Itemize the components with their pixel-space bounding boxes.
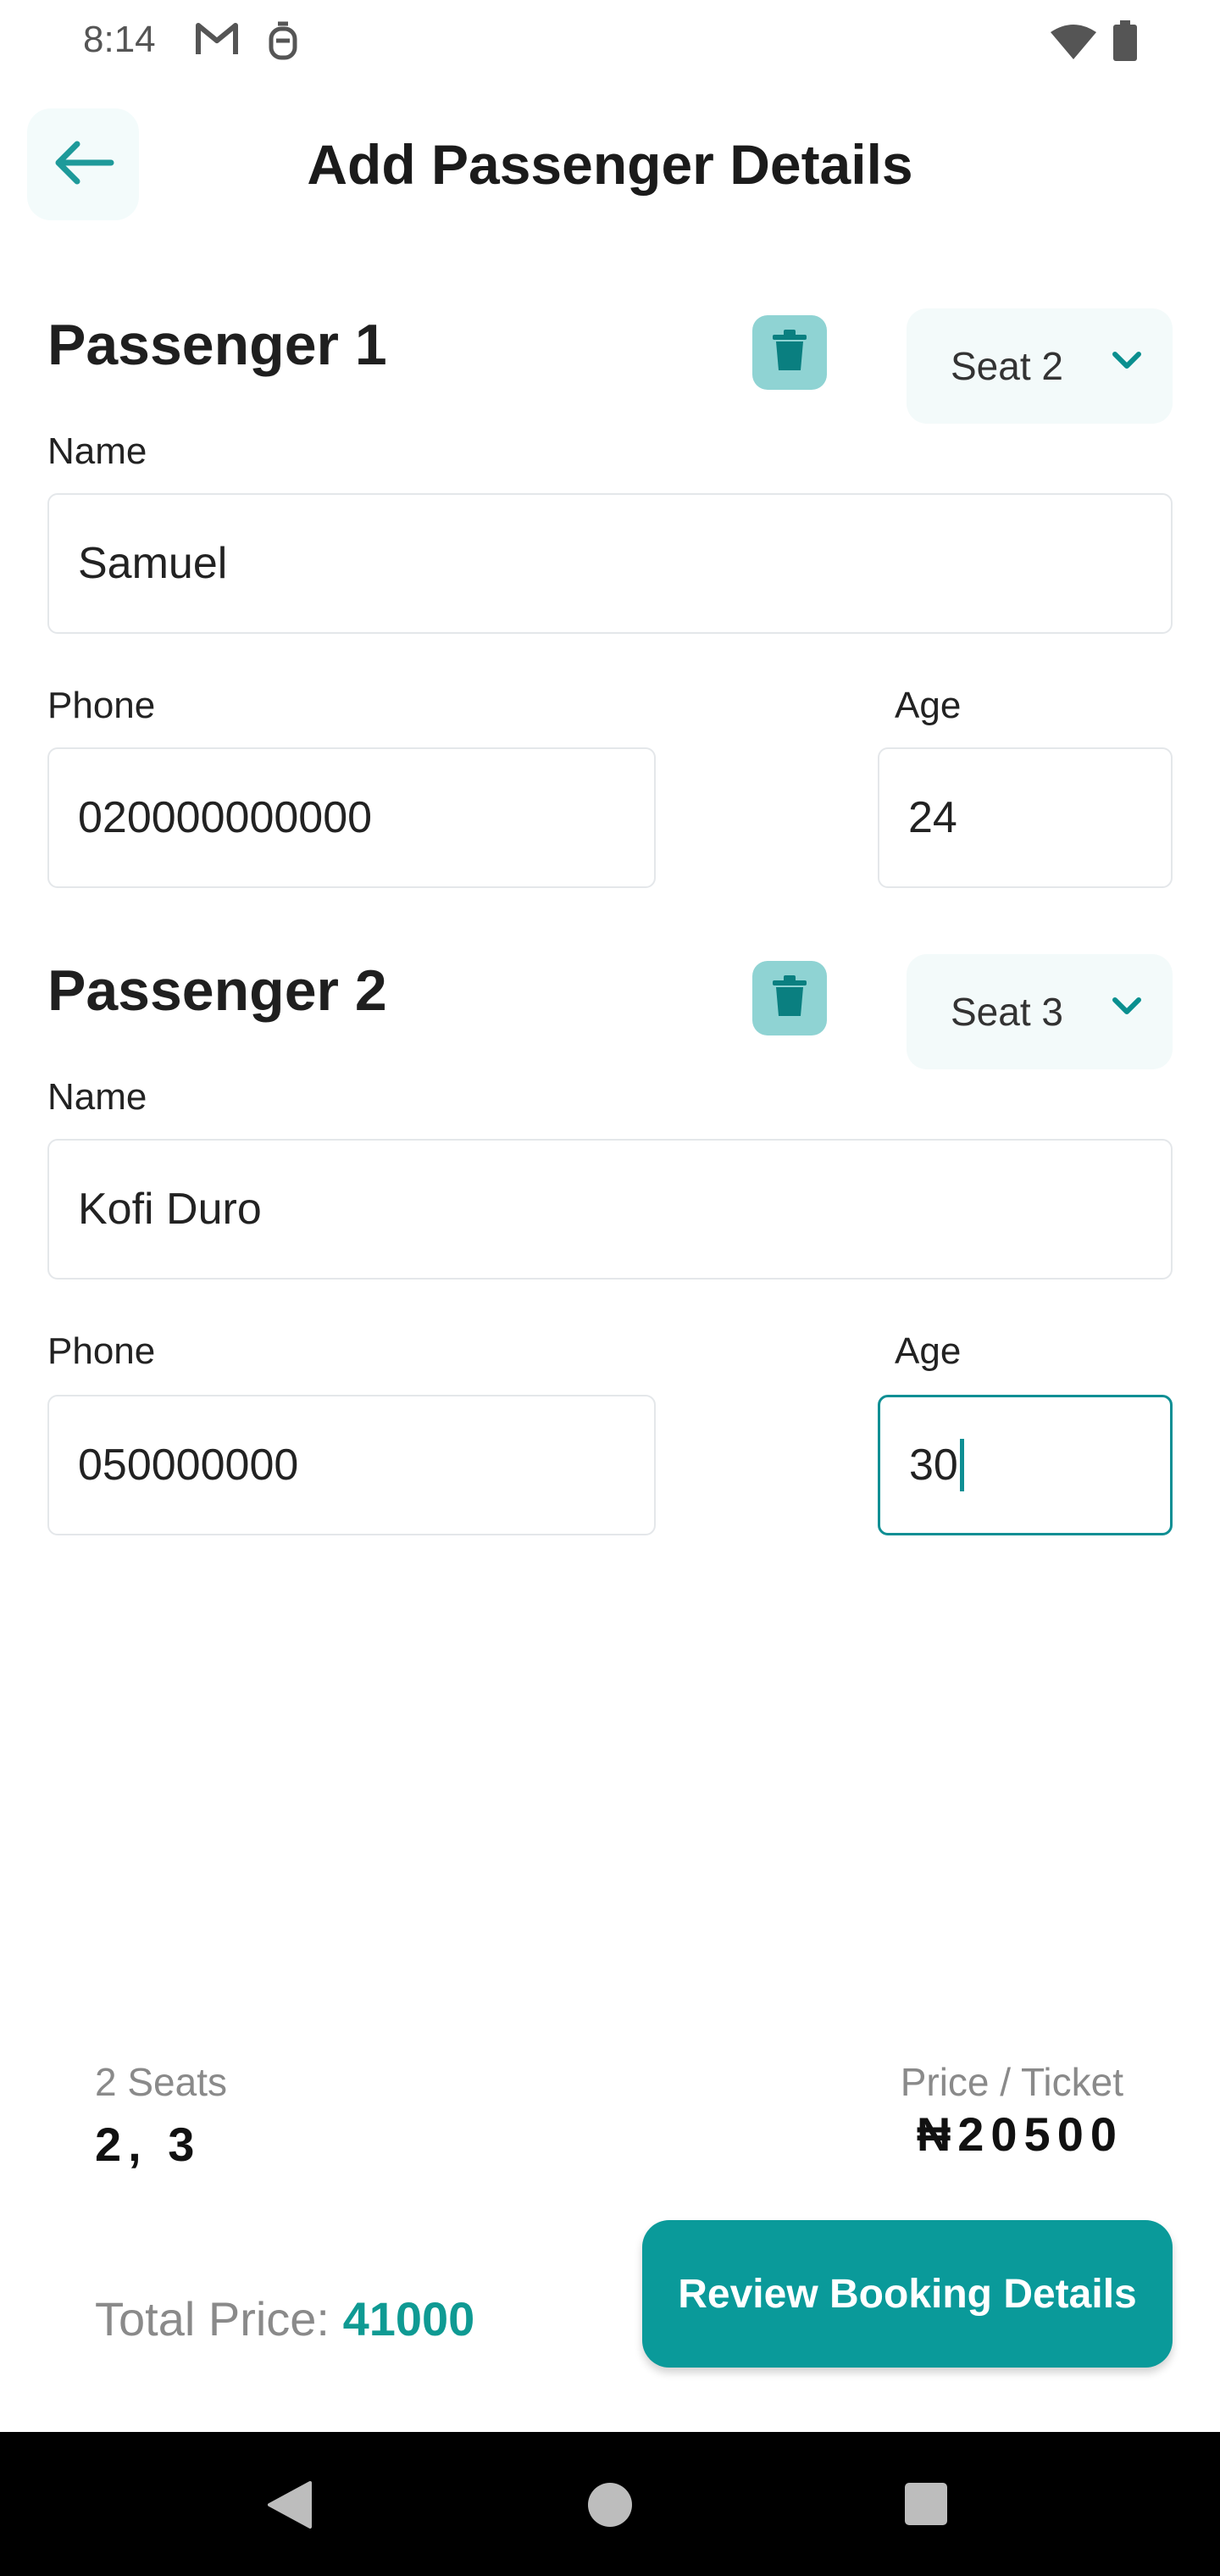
nav-recents-button[interactable] bbox=[903, 2481, 949, 2531]
name-label: Name bbox=[47, 430, 147, 472]
assistant-icon bbox=[268, 20, 298, 65]
battery-icon bbox=[1113, 20, 1137, 65]
trash-icon bbox=[771, 974, 808, 1022]
review-booking-details-button[interactable]: Review Booking Details bbox=[642, 2220, 1173, 2368]
phone-label: Phone bbox=[47, 685, 156, 726]
seats-value: 2, 3 bbox=[95, 2118, 202, 2171]
trash-icon bbox=[771, 329, 808, 376]
delete-passenger-2-button[interactable] bbox=[752, 961, 827, 1035]
phone-value: 020000000000 bbox=[78, 793, 373, 842]
passenger-2-title: Passenger 2 bbox=[47, 958, 387, 1023]
passenger-1-name-input[interactable]: Samuel bbox=[47, 493, 1173, 634]
passenger-2-phone-input[interactable]: 050000000 bbox=[47, 1395, 656, 1535]
name-value: Samuel bbox=[78, 539, 228, 588]
text-cursor bbox=[959, 1439, 964, 1491]
price-per-ticket-value: ₦20500 bbox=[916, 2107, 1123, 2161]
total-price-value: 41000 bbox=[342, 2292, 475, 2346]
age-label: Age bbox=[895, 1330, 962, 1372]
wifi-icon bbox=[1049, 24, 1098, 65]
seat-select-passenger-2[interactable]: Seat 3 bbox=[907, 954, 1173, 1069]
passenger-2-name-input[interactable]: Kofi Duro bbox=[47, 1139, 1173, 1280]
nav-home-button[interactable] bbox=[586, 2481, 634, 2533]
price-per-ticket-label: Price / Ticket bbox=[900, 2060, 1123, 2104]
passenger-1-title: Passenger 1 bbox=[47, 313, 387, 377]
status-time: 8:14 bbox=[83, 19, 156, 60]
age-value: 30 bbox=[909, 1441, 958, 1490]
passenger-2-age-input[interactable]: 30 bbox=[878, 1395, 1173, 1535]
page-title: Add Passenger Details bbox=[307, 133, 913, 196]
name-label: Name bbox=[47, 1076, 147, 1118]
chevron-down-icon bbox=[1112, 997, 1142, 1021]
phone-value: 050000000 bbox=[78, 1441, 299, 1490]
age-label: Age bbox=[895, 685, 962, 726]
gmail-icon bbox=[195, 20, 239, 62]
total-price: Total Price: 41000 bbox=[95, 2291, 474, 2346]
name-value: Kofi Duro bbox=[78, 1185, 262, 1234]
chevron-down-icon bbox=[1112, 351, 1142, 375]
passenger-1-age-input[interactable]: 24 bbox=[878, 747, 1173, 888]
seat-select-passenger-1[interactable]: Seat 2 bbox=[907, 308, 1173, 424]
passenger-1-phone-input[interactable]: 020000000000 bbox=[47, 747, 656, 888]
total-price-label: Total Price: bbox=[95, 2292, 343, 2346]
seats-count-label: 2 Seats bbox=[95, 2060, 227, 2104]
phone-label: Phone bbox=[47, 1330, 156, 1372]
nav-back-button[interactable] bbox=[266, 2479, 313, 2534]
age-value: 24 bbox=[908, 793, 957, 842]
seat-select-label: Seat 3 bbox=[951, 990, 1063, 1034]
delete-passenger-1-button[interactable] bbox=[752, 315, 827, 390]
system-nav-bar bbox=[0, 2432, 1220, 2576]
seat-select-label: Seat 2 bbox=[951, 344, 1063, 388]
